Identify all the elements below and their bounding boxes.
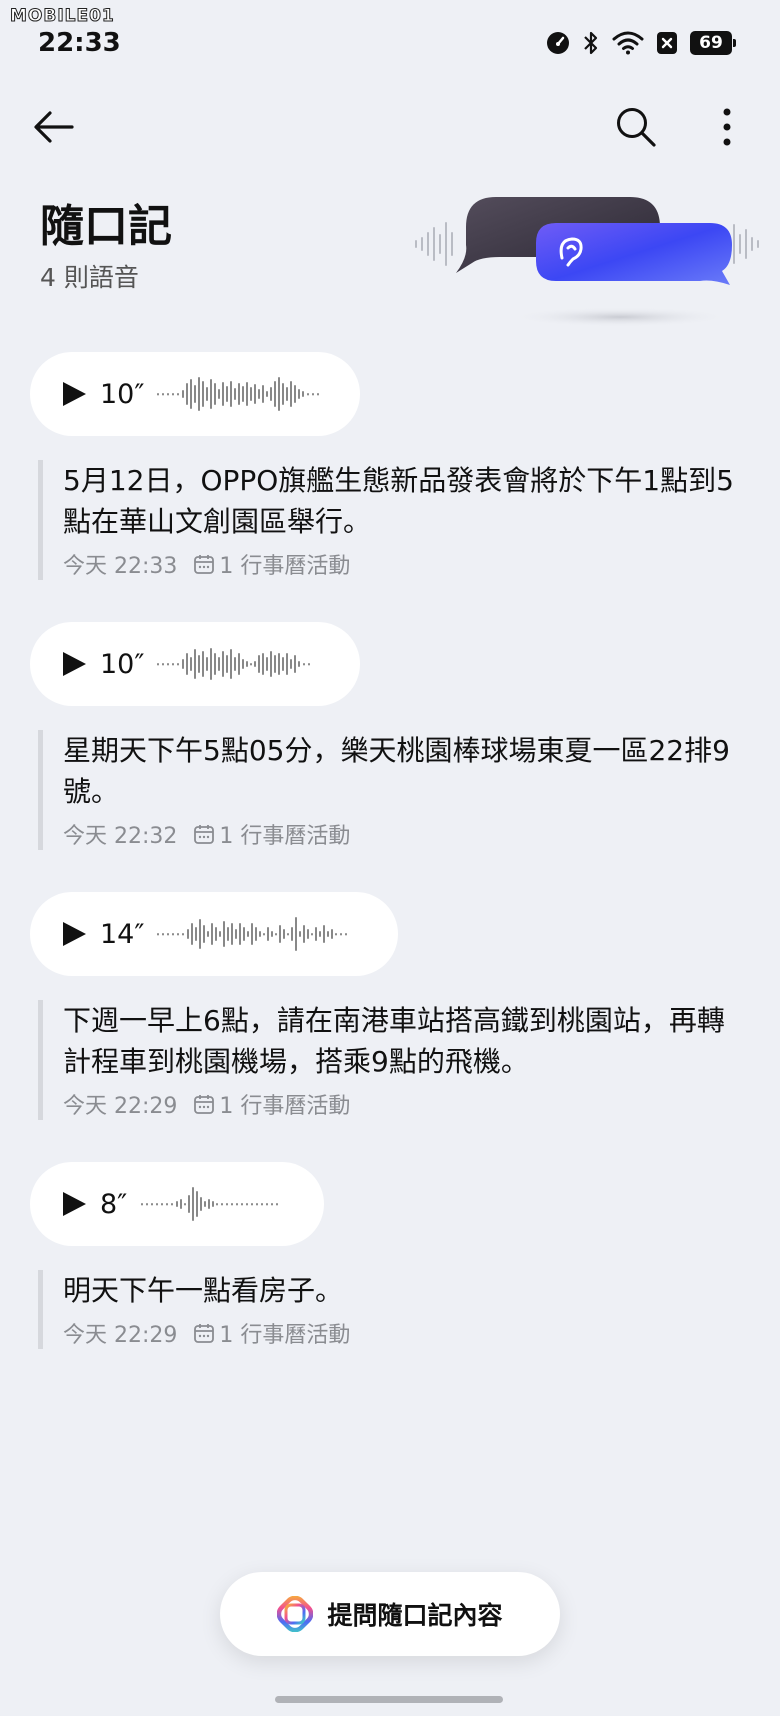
audio-duration: 8″ xyxy=(100,1188,128,1220)
battery-icon: 69 xyxy=(690,31,736,55)
notification-x-icon xyxy=(657,32,677,54)
note-timestamp: 今天 22:29 xyxy=(63,1323,178,1348)
transcript-block[interactable]: 明天下午一點看房子。 今天 22:29 1 行事曆活動 xyxy=(38,1270,738,1349)
wifi-icon xyxy=(612,31,644,55)
transcript-text: 星期天下午5點05分，樂天桃園棒球場東夏一區22排9號。 xyxy=(63,734,730,808)
calendar-event-link[interactable]: 1 行事曆活動 xyxy=(219,1317,350,1349)
search-button[interactable] xyxy=(608,102,664,152)
audio-player[interactable]: 10″ xyxy=(30,352,360,436)
ask-button-label: 提問隨口記內容 xyxy=(327,1601,503,1630)
ai-sparkle-icon xyxy=(277,1596,314,1632)
note-timestamp: 今天 22:32 xyxy=(63,824,178,849)
back-button[interactable] xyxy=(26,102,82,152)
play-icon[interactable] xyxy=(60,650,88,678)
calendar-event-link[interactable]: 1 行事曆活動 xyxy=(219,818,350,850)
note-meta: 今天 22:29 1 行事曆活動 xyxy=(63,1088,738,1120)
audio-player[interactable]: 14″ xyxy=(30,892,398,976)
audio-duration: 10″ xyxy=(100,648,145,680)
more-vertical-icon xyxy=(723,108,731,146)
search-icon xyxy=(617,108,656,147)
top-app-bar xyxy=(0,90,780,160)
transcript-block[interactable]: 下週一早上6點，請在南港車站搭高鐵到桃園站，再轉計程車到桃園機場，搭乘9點的飛機… xyxy=(38,1000,738,1120)
transcript-text: 下週一早上6點，請在南港車站搭高鐵到桃園站，再轉計程車到桃園機場，搭乘9點的飛機… xyxy=(63,1004,725,1078)
waveform xyxy=(157,648,310,680)
calendar-event-link[interactable]: 1 行事曆活動 xyxy=(219,1088,350,1120)
play-icon[interactable] xyxy=(60,920,88,948)
transcript-text: 明天下午一點看房子。 xyxy=(63,1274,344,1307)
page-title: 隨口記 xyxy=(40,201,172,252)
bluetooth-icon xyxy=(584,31,598,55)
status-time: 22:33 xyxy=(38,28,121,58)
audio-player[interactable]: 10″ xyxy=(30,622,360,706)
transcript-block[interactable]: 5月12日，OPPO旗艦生態新品發表會將於下午1點到5點在華山文創園區舉行。 今… xyxy=(38,460,738,580)
note-timestamp: 今天 22:29 xyxy=(63,1094,178,1119)
audio-player[interactable]: 8″ xyxy=(30,1162,324,1246)
status-icons: 69 xyxy=(546,30,736,56)
ask-voice-notes-button[interactable]: 提問隨口記內容 xyxy=(220,1572,560,1656)
play-icon[interactable] xyxy=(60,380,88,408)
note-meta: 今天 22:33 1 行事曆活動 xyxy=(63,548,738,580)
chat-bubbles-illustration xyxy=(415,197,759,327)
calendar-icon xyxy=(194,555,215,574)
note-meta: 今天 22:32 1 行事曆活動 xyxy=(63,818,738,850)
transcript-block[interactable]: 星期天下午5點05分，樂天桃園棒球場東夏一區22排9號。 今天 22:32 1 … xyxy=(38,730,738,850)
more-options-button[interactable] xyxy=(702,102,752,152)
voice-count: 4 則語音 xyxy=(40,263,139,292)
audio-duration: 14″ xyxy=(100,918,145,950)
speed-icon xyxy=(547,32,569,54)
calendar-icon xyxy=(194,825,215,844)
arrow-left-icon xyxy=(34,111,74,143)
waveform xyxy=(157,917,347,951)
home-indicator[interactable] xyxy=(275,1696,503,1703)
calendar-event-link[interactable]: 1 行事曆活動 xyxy=(219,548,350,580)
transcript-text: 5月12日，OPPO旗艦生態新品發表會將於下午1點到5點在華山文創園區舉行。 xyxy=(63,464,734,538)
play-icon[interactable] xyxy=(60,1190,88,1218)
note-meta: 今天 22:29 1 行事曆活動 xyxy=(63,1317,738,1349)
status-bar: 22:33 69 xyxy=(0,0,780,70)
calendar-icon xyxy=(194,1095,215,1114)
note-timestamp: 今天 22:33 xyxy=(63,554,178,579)
audio-duration: 10″ xyxy=(100,378,145,410)
waveform xyxy=(141,1187,278,1221)
calendar-icon xyxy=(194,1324,215,1343)
waveform xyxy=(157,377,319,411)
